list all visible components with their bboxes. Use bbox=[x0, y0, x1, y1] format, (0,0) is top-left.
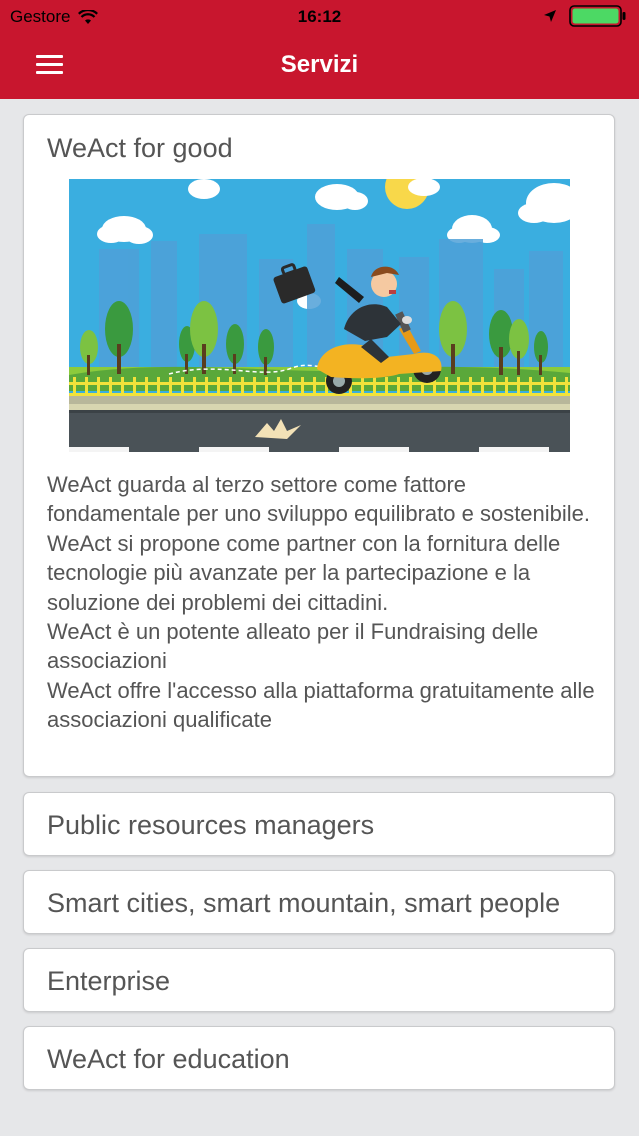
service-card-education[interactable]: WeAct for education bbox=[23, 1026, 615, 1090]
navigation-bar: Gestore 16:12 Servizi bbox=[0, 0, 639, 99]
service-card-smart-cities[interactable]: Smart cities, smart mountain, smart peop… bbox=[23, 870, 615, 934]
status-right-group bbox=[543, 5, 627, 27]
scooter-illustration bbox=[69, 179, 570, 452]
service-title: WeAct for education bbox=[47, 1044, 290, 1074]
description-paragraph: WeAct offre l'accesso alla piattaforma g… bbox=[47, 677, 595, 733]
service-title: WeAct for good bbox=[47, 133, 233, 163]
page-title: Servizi bbox=[280, 51, 359, 78]
description-paragraph: WeAct guarda al terzo settore come fatto… bbox=[47, 472, 591, 615]
service-description: WeAct guarda al terzo settore come fatto… bbox=[47, 470, 597, 735]
service-card-weact-for-good[interactable]: WeAct for good WeAct guarda al terzo set… bbox=[23, 114, 615, 777]
service-card-enterprise[interactable]: Enterprise bbox=[23, 948, 615, 1012]
service-card-public-resources[interactable]: Public resources managers bbox=[23, 792, 615, 856]
location-arrow-icon bbox=[544, 10, 556, 22]
service-title: Public resources managers bbox=[47, 810, 375, 840]
description-paragraph: WeAct è un potente alleato per il Fundra… bbox=[47, 619, 539, 674]
service-title: Smart cities, smart mountain, smart peop… bbox=[47, 888, 561, 918]
service-title: Enterprise bbox=[47, 966, 171, 996]
status-bar: Gestore 16:12 bbox=[0, 0, 639, 34]
battery-icon bbox=[569, 5, 626, 27]
